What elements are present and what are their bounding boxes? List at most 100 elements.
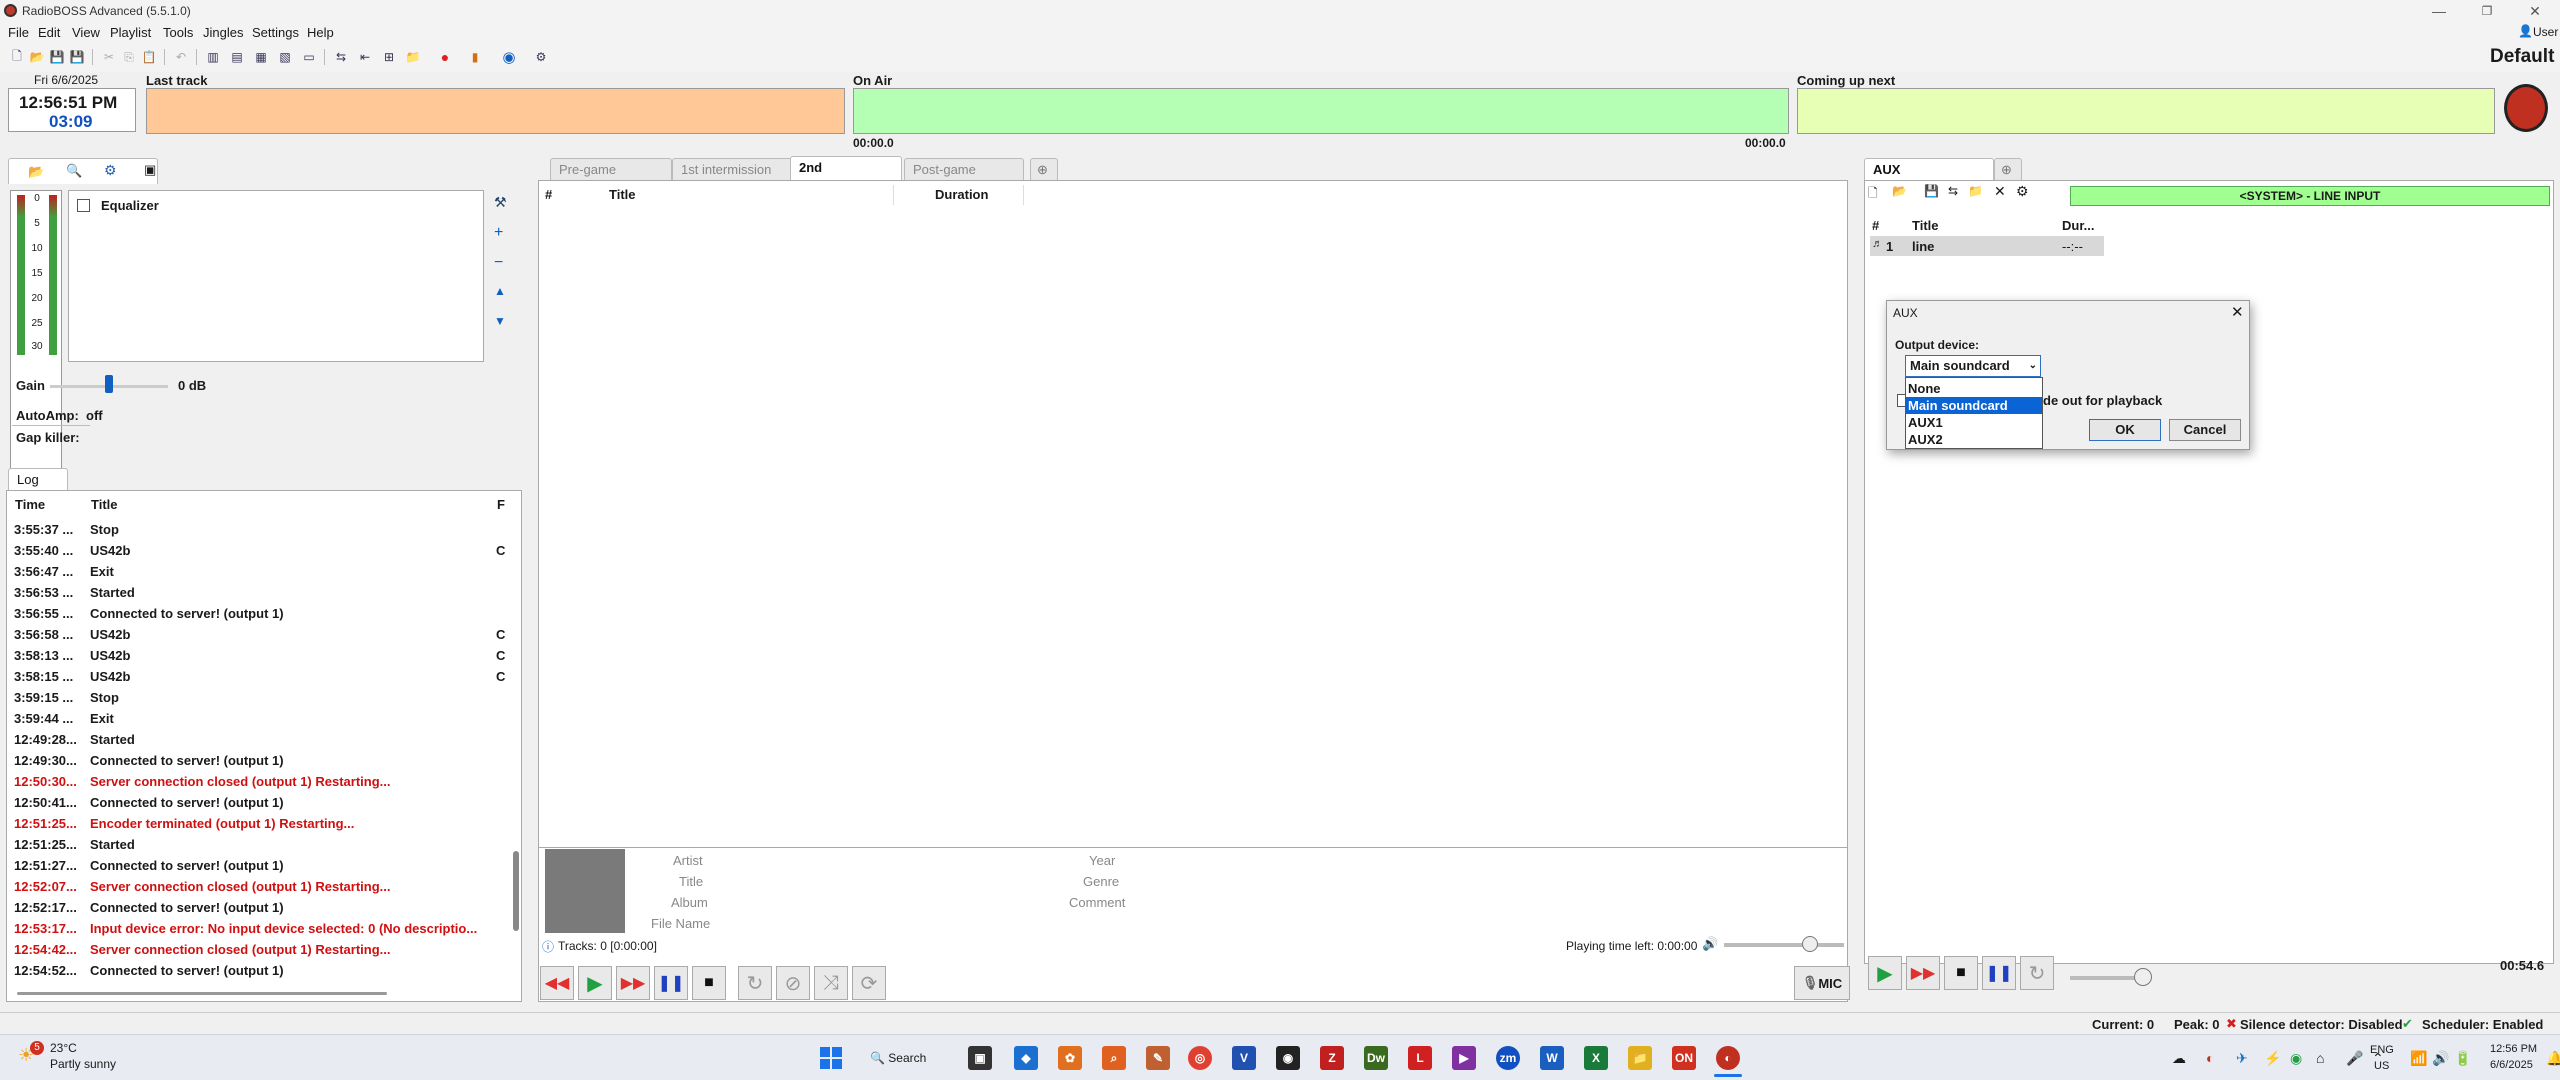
taskbar-time[interactable]: 12:56 PM <box>2490 1043 2537 1055</box>
tray-icon-2[interactable]: ◐ <box>2206 1050 2214 1066</box>
ok-button[interactable]: OK <box>2089 419 2161 441</box>
notification-icon[interactable]: 🔔 <box>2546 1050 2560 1067</box>
previous-button[interactable]: ◀◀ <box>540 966 574 1000</box>
tray-lang[interactable]: ENG <box>2370 1044 2394 1056</box>
start-icon[interactable] <box>820 1047 842 1069</box>
explorer-icon[interactable]: 📁 <box>1628 1046 1652 1070</box>
output-device-select[interactable]: Main soundcard ⌄ <box>1905 355 2041 377</box>
folder-icon[interactable]: 📁 <box>404 48 422 66</box>
aux-stop-button[interactable]: ■ <box>1944 956 1978 990</box>
col-duration[interactable]: Duration <box>935 187 988 202</box>
aux-clear-icon[interactable]: ✕ <box>1994 183 2006 200</box>
settings-gear-icon[interactable]: ⚙ <box>532 48 550 66</box>
aux-col-dur[interactable]: Dur... <box>2062 218 2095 233</box>
aux-col-number[interactable]: # <box>1872 218 1879 233</box>
close-button[interactable]: ✕ <box>2512 0 2558 22</box>
zoom-icon[interactable]: zm <box>1496 1046 1520 1070</box>
equalizer-checkbox[interactable] <box>77 199 90 212</box>
aux-new-icon[interactable]: 🗋 <box>1868 184 1878 205</box>
move-icon[interactable]: ⇆ <box>332 48 350 66</box>
maximize-button[interactable]: ❐ <box>2464 0 2510 22</box>
chrome-icon[interactable]: ◎ <box>1188 1046 1212 1070</box>
volume-icon[interactable]: 🔊 <box>1702 936 1718 952</box>
excel-icon[interactable]: X <box>1584 1046 1608 1070</box>
aux-pause-button[interactable]: ❚❚ <box>1982 956 2016 990</box>
speaker-icon[interactable]: 🔊 <box>2432 1050 2449 1067</box>
col-title[interactable]: Title <box>609 187 636 202</box>
search-tab-icon[interactable]: 🔍 <box>66 163 82 179</box>
autoamp-value[interactable]: off <box>86 408 103 423</box>
app-blue-icon[interactable]: ◆ <box>1014 1046 1038 1070</box>
import-icon[interactable]: ⇤ <box>356 48 374 66</box>
move-down-icon[interactable]: ▼ <box>494 314 506 328</box>
add-aux-tab-icon[interactable]: ⊕ <box>1994 158 2022 180</box>
undo-icon[interactable]: ↶ <box>172 48 190 66</box>
menu-help[interactable]: Help <box>307 25 334 40</box>
aux-open-icon[interactable]: 📂 <box>1892 184 1907 198</box>
paste-icon[interactable]: 📋 <box>140 48 158 66</box>
menu-jingles[interactable]: Jingles <box>203 25 243 40</box>
weather-temp[interactable]: 23°C <box>50 1041 77 1055</box>
aux-repeat-button[interactable]: ↻ <box>2020 956 2054 990</box>
volume-slider-thumb[interactable] <box>1802 936 1818 952</box>
option-aux1[interactable]: AUX1 <box>1906 414 2042 431</box>
tray-icon-3[interactable]: ✈ <box>2236 1050 2248 1067</box>
cut-icon[interactable]: ✂ <box>100 48 118 66</box>
aux-save-icon[interactable]: 💾 <box>1924 184 1939 198</box>
menu-view[interactable]: View <box>72 25 100 40</box>
pause-button[interactable]: ❚❚ <box>654 966 688 1000</box>
playlist-gen-icon[interactable]: ⊞ <box>380 48 398 66</box>
copy-icon[interactable]: ⎘ <box>120 48 138 66</box>
layout-1-icon[interactable]: ▥ <box>204 48 222 66</box>
menu-file[interactable]: File <box>8 25 29 40</box>
app-eye-icon[interactable]: ◉ <box>1276 1046 1300 1070</box>
next-button[interactable]: ▶▶ <box>616 966 650 1000</box>
tab-pre-game[interactable]: Pre-game <box>550 158 672 180</box>
record-icon[interactable]: ● <box>436 48 454 66</box>
aux-list[interactable] <box>1864 180 2554 964</box>
dialog-close-icon[interactable]: ✕ <box>2231 303 2244 321</box>
status-silence[interactable]: Silence detector: Disabled <box>2240 1017 2403 1032</box>
tray-icon-1[interactable]: ☁ <box>2172 1050 2186 1067</box>
remove-effect-icon[interactable]: − <box>494 254 503 272</box>
effects-tab-icon[interactable]: ▣ <box>144 162 156 178</box>
layout-4-icon[interactable]: ▧ <box>276 48 294 66</box>
open-icon[interactable]: 📂 <box>28 48 46 66</box>
tab-2nd-intermission[interactable]: 2nd intermissi... <box>790 156 902 197</box>
aux-play-button[interactable]: ▶ <box>1868 956 1902 990</box>
app-purple-icon[interactable]: ▶ <box>1452 1046 1476 1070</box>
aux-next-button[interactable]: ▶▶ <box>1906 956 1940 990</box>
app-tool-icon[interactable]: ✎ <box>1146 1046 1170 1070</box>
status-scheduler[interactable]: Scheduler: Enabled <box>2422 1017 2543 1032</box>
option-aux2[interactable]: AUX2 <box>1906 431 2042 448</box>
cancel-button[interactable]: Cancel <box>2169 419 2241 441</box>
layout-2-icon[interactable]: ▤ <box>228 48 246 66</box>
tray-icon-4[interactable]: ⚡ <box>2264 1050 2281 1067</box>
taskbar-date[interactable]: 6/6/2025 <box>2490 1059 2533 1071</box>
tray-icon-5[interactable]: ◉ <box>2290 1050 2302 1067</box>
tray-icon-6[interactable]: ⌂ <box>2316 1050 2324 1066</box>
playlist-list[interactable]: # Title Duration Artist Title Album File… <box>538 180 1848 1002</box>
option-main-soundcard[interactable]: Main soundcard <box>1906 397 2042 414</box>
wifi-icon[interactable]: 📶 <box>2410 1050 2427 1067</box>
app-flower-icon[interactable]: ✿ <box>1058 1046 1082 1070</box>
battery-icon[interactable]: 🔋 <box>2454 1050 2471 1067</box>
save-icon[interactable]: 💾 <box>48 48 66 66</box>
fade-checkbox[interactable] <box>1897 394 1905 407</box>
volume-slider-track[interactable] <box>1724 943 1844 947</box>
app-vs-icon[interactable]: V <box>1232 1046 1256 1070</box>
stop-button[interactable]: ■ <box>692 966 726 1000</box>
save-as-icon[interactable]: 💾 <box>68 48 86 66</box>
aux-track-row[interactable]: ♬ 1 line --:-- <box>1870 236 2104 256</box>
shuffle-button[interactable]: ⤨ <box>814 966 848 1000</box>
onair-app-icon[interactable]: ON <box>1672 1046 1696 1070</box>
mic-button[interactable]: 🎙 MIC <box>1794 966 1850 1000</box>
app-l-icon[interactable]: L <box>1408 1046 1432 1070</box>
weather-desc[interactable]: Partly sunny <box>50 1057 116 1071</box>
app-search-icon[interactable]: ⌕ <box>1102 1046 1126 1070</box>
log-tab[interactable]: Log <box>8 468 68 490</box>
filezilla-icon[interactable]: Z <box>1320 1046 1344 1070</box>
equalizer-label[interactable]: Equalizer <box>101 198 159 213</box>
menu-tools[interactable]: Tools <box>163 25 193 40</box>
effect-settings-icon[interactable]: ⚒ <box>494 194 507 211</box>
